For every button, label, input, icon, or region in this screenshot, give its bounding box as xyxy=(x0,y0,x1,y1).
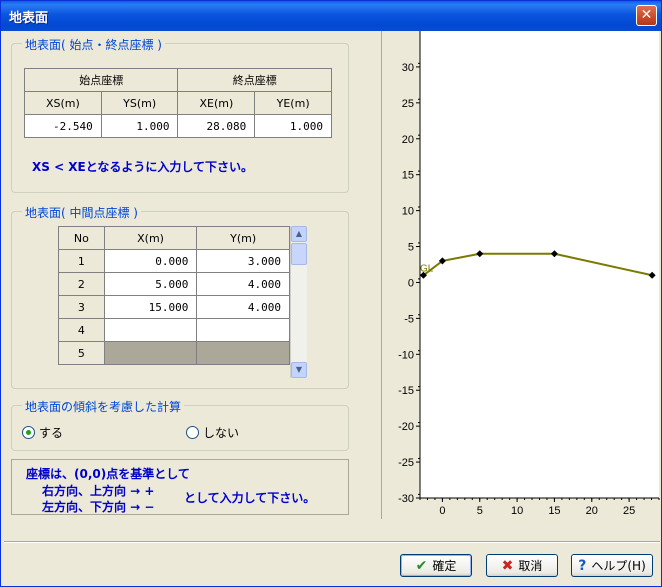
table-row[interactable]: 2 5.000 4.000 xyxy=(58,272,290,296)
midpoints-group-title: 地表面( 中間点座標 ) xyxy=(22,204,141,221)
scroll-down-icon[interactable]: ▼ xyxy=(291,362,307,378)
row-number: 5 xyxy=(58,341,105,365)
y-tick-label: -25 xyxy=(398,457,414,469)
slope-no-label: しない xyxy=(203,426,240,440)
y-tick-label: 10 xyxy=(402,206,414,218)
cancel-label: 取消 xyxy=(518,559,543,573)
row-number: 2 xyxy=(58,272,105,296)
ground-surface-chart: 30 25 20 15 10 5 0 -5 -10 -15 -20 -25 -30 0 5 10 15 20 25 G… xyxy=(381,31,661,519)
y-tick-label: -10 xyxy=(398,349,414,361)
title-bar: 地表面 ✕ xyxy=(1,1,661,31)
x-cell[interactable]: 15.000 xyxy=(103,295,198,319)
slope-group-title: 地表面の傾斜を考慮した計算 xyxy=(22,398,185,415)
x-tick-label: 25 xyxy=(623,505,635,517)
slope-yes-radio[interactable]: する xyxy=(22,424,63,441)
endpoints-table: 始点座標 終点座標 XS(m) YS(m) XE(m) YE(m) -2.540… xyxy=(23,68,332,138)
y-tick-label: -5 xyxy=(404,313,414,325)
cancel-button[interactable]: ✖ 取消 xyxy=(486,554,558,577)
help-icon: ? xyxy=(578,557,587,574)
window-title: 地表面 xyxy=(9,11,49,26)
y-tick-label: -30 xyxy=(398,493,414,505)
x-cell[interactable] xyxy=(103,341,198,365)
y-cell[interactable]: 4.000 xyxy=(196,272,290,296)
start-point-header: 始点座標 xyxy=(23,68,179,92)
y-tick-label: 5 xyxy=(408,242,414,254)
y-tick-label: -15 xyxy=(398,385,414,397)
endpoints-group-title: 地表面( 始点・終点座標 ) xyxy=(22,36,165,53)
row-number: 3 xyxy=(58,295,105,319)
slope-group: 地表面の傾斜を考慮した計算 する しない xyxy=(11,398,349,451)
col-x: X(m) xyxy=(103,226,198,250)
close-button[interactable]: ✕ xyxy=(636,5,657,26)
x-icon: ✖ xyxy=(501,557,514,574)
ok-label: 確定 xyxy=(432,559,457,573)
info-line-1: 座標は、(0,0)点を基準として xyxy=(26,467,190,481)
end-point-header: 終点座標 xyxy=(177,68,332,92)
slope-no-radio[interactable]: しない xyxy=(186,424,239,441)
x-tick-label: 15 xyxy=(548,505,560,517)
col-ye: YE(m) xyxy=(254,91,332,115)
info-line-3: 左方向、下方向 → − xyxy=(42,500,155,514)
help-label: ヘルプ(H) xyxy=(591,559,646,573)
col-xs: XS(m) xyxy=(24,91,102,115)
x-tick-label: 5 xyxy=(477,505,483,517)
x-cell[interactable] xyxy=(103,318,198,342)
radio-unchecked-icon xyxy=(186,426,199,439)
y-tick-label: 30 xyxy=(402,62,414,74)
dialog-window: 地表面 ✕ 地表面( 始点・終点座標 ) 始点座標 終点座標 XS(m) YS(… xyxy=(0,0,662,587)
y-cell[interactable] xyxy=(196,318,290,342)
chart-svg: 30 25 20 15 10 5 0 -5 -10 -15 -20 -25 -30 0 5 10 15 20 25 G… xyxy=(398,31,660,517)
table-row[interactable]: 4 xyxy=(58,318,290,342)
midpoints-table: No X(m) Y(m) 1 0.000 3.000 2 5.000 4.000… xyxy=(58,226,290,365)
ys-cell[interactable]: 1.000 xyxy=(100,114,179,138)
x-tick-label: 20 xyxy=(586,505,598,517)
y-tick-label: 20 xyxy=(402,134,414,146)
scroll-up-icon[interactable]: ▲ xyxy=(291,226,307,242)
radio-checked-icon xyxy=(22,426,35,439)
bottom-separator xyxy=(4,541,660,543)
x-tick-label: 0 xyxy=(439,505,445,517)
xs-cell[interactable]: -2.540 xyxy=(24,114,102,138)
col-y: Y(m) xyxy=(196,226,290,250)
y-cell[interactable] xyxy=(196,341,290,365)
ye-cell[interactable]: 1.000 xyxy=(254,114,332,138)
midpoints-group: 地表面( 中間点座標 ) No X(m) Y(m) 1 0.000 3.000 … xyxy=(11,204,349,389)
help-button[interactable]: ? ヘルプ(H) xyxy=(571,554,653,577)
col-no: No xyxy=(58,226,105,250)
col-xe: XE(m) xyxy=(177,91,256,115)
endpoints-group: 地表面( 始点・終点座標 ) 始点座標 終点座標 XS(m) YS(m) XE(… xyxy=(11,36,349,193)
x-tick-label: 10 xyxy=(511,505,523,517)
table-row[interactable]: 1 0.000 3.000 xyxy=(58,249,290,273)
info-line-2: 右方向、上方向 → + xyxy=(42,484,155,498)
gl-annotation: GL xyxy=(420,263,434,274)
y-tick-label: 15 xyxy=(402,170,414,182)
y-cell[interactable]: 3.000 xyxy=(196,249,290,273)
info-line-4: として入力して下さい。 xyxy=(184,491,316,505)
endpoints-note: XS < XEとなるように入力して下さい。 xyxy=(32,160,254,174)
midpoints-scrollbar[interactable]: ▲ ▼ xyxy=(290,226,307,378)
info-box: 座標は、(0,0)点を基準として 右方向、上方向 → + 左方向、下方向 → −… xyxy=(11,459,349,515)
x-cell[interactable]: 5.000 xyxy=(103,272,198,296)
plot-area xyxy=(420,31,659,498)
x-cell[interactable]: 0.000 xyxy=(103,249,198,273)
row-number: 1 xyxy=(58,249,105,273)
slope-yes-label: する xyxy=(39,426,64,440)
checkmark-icon: ✔ xyxy=(415,557,428,574)
xe-cell[interactable]: 28.080 xyxy=(177,114,256,138)
y-tick-label: 0 xyxy=(408,277,414,289)
y-tick-label: 25 xyxy=(402,98,414,110)
col-ys: YS(m) xyxy=(100,91,179,115)
y-cell[interactable]: 4.000 xyxy=(196,295,290,319)
table-row[interactable]: 5 xyxy=(58,341,290,365)
y-tick-label: -20 xyxy=(398,421,414,433)
scroll-thumb[interactable] xyxy=(291,243,307,265)
ok-button[interactable]: ✔ 確定 xyxy=(400,554,472,577)
table-row[interactable]: 3 15.000 4.000 xyxy=(58,295,290,319)
row-number: 4 xyxy=(58,318,105,342)
